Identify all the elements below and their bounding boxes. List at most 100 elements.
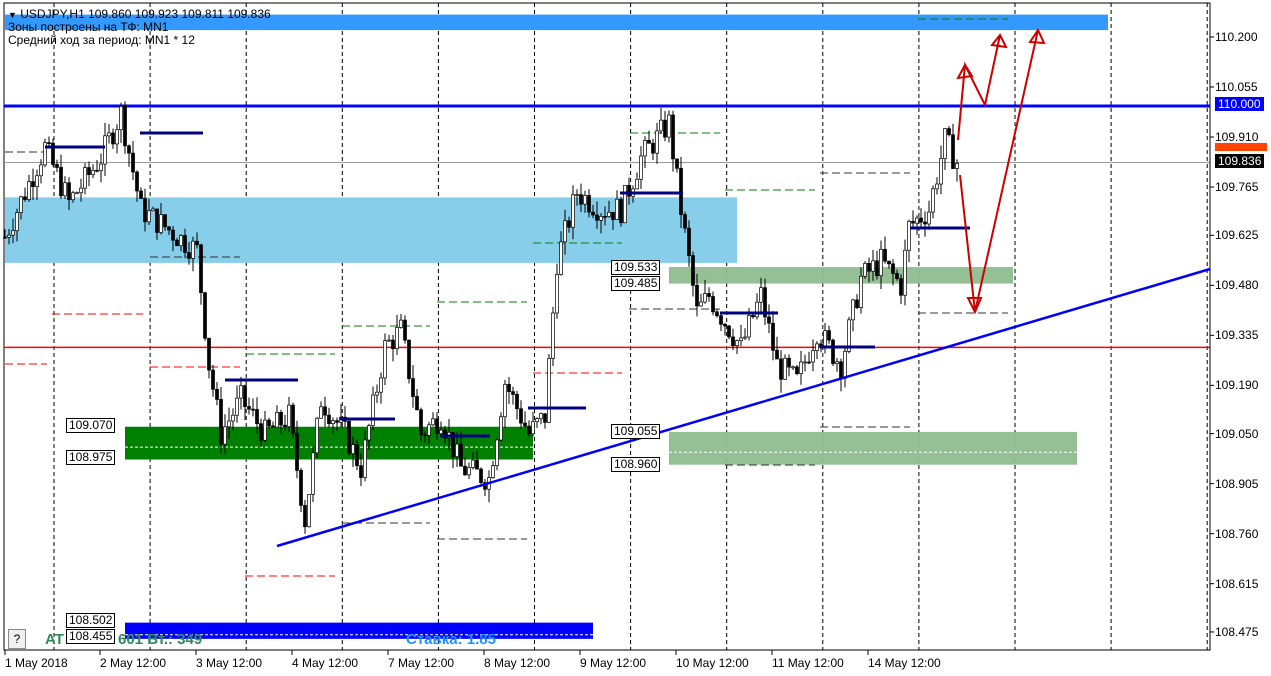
zone-label: 108.975	[66, 450, 116, 465]
candle-body	[891, 263, 895, 274]
candle-body	[175, 239, 179, 247]
candle-body	[299, 470, 303, 506]
candle-body	[687, 227, 691, 256]
candle-body	[143, 198, 147, 223]
time-tick: 2 May 12:00	[100, 656, 167, 670]
candle-body	[663, 119, 667, 138]
time-tick: 3 May 12:00	[196, 656, 263, 670]
time-tick: 8 May 12:00	[484, 656, 551, 670]
candle-body	[931, 188, 935, 213]
candle-body	[163, 214, 167, 228]
candle-body	[635, 178, 639, 190]
candle-body	[887, 260, 891, 265]
candle-body	[735, 340, 739, 347]
candle-body	[87, 167, 91, 175]
zone-label: 109.070	[66, 418, 116, 433]
candle-body	[863, 263, 867, 277]
candle-body	[739, 337, 743, 342]
zone-green-upper-right	[669, 267, 1013, 284]
candle-body	[415, 396, 419, 411]
zone-label: 108.502	[66, 613, 116, 628]
candle-body	[7, 234, 11, 238]
candle-body	[823, 330, 827, 347]
candle-body	[875, 260, 879, 277]
candle-body	[619, 198, 623, 224]
candle-body	[427, 424, 431, 436]
candle-body	[771, 322, 775, 351]
candle-body	[623, 184, 627, 224]
candle-body	[127, 145, 131, 154]
candle-body	[327, 414, 331, 424]
candle-body	[391, 339, 395, 350]
candle-body	[211, 369, 215, 390]
candle-body	[579, 194, 583, 205]
candle-body	[319, 406, 323, 419]
candle-body	[11, 230, 15, 236]
symbol-quote: USDJPY,H1 109.860 109.923 109.811 109.83…	[20, 7, 271, 21]
plot-frame	[3, 2, 1211, 651]
price-tick: 108.475	[1215, 624, 1259, 639]
price-tick: 109.625	[1215, 228, 1259, 243]
candle-body	[651, 142, 655, 154]
candle-body	[219, 399, 223, 445]
price-tick: 110.055	[1215, 80, 1258, 94]
candle-body	[867, 263, 871, 272]
candle-body	[207, 337, 211, 371]
candle-body	[499, 416, 503, 441]
price-tick: 109.480	[1215, 278, 1259, 293]
candle-body	[907, 221, 911, 251]
candle-body	[331, 420, 335, 424]
price-chart[interactable]	[0, 0, 1271, 676]
candle-body	[67, 182, 71, 201]
candle-body	[751, 315, 755, 318]
candle-body	[255, 409, 259, 425]
candle-body	[311, 452, 315, 495]
candle-body	[459, 443, 463, 467]
candle-body	[535, 418, 539, 422]
candle-body	[239, 385, 243, 399]
candle-body	[539, 413, 543, 420]
candle-body	[27, 181, 31, 200]
candle-body	[787, 357, 791, 368]
candle-body	[475, 459, 479, 470]
time-tick: 14 May 12:00	[868, 656, 941, 670]
candle-body	[355, 444, 359, 467]
price-tick: 109.335	[1215, 328, 1259, 343]
candle-body	[703, 293, 707, 303]
candle-body	[695, 285, 699, 307]
candle-body	[223, 426, 227, 445]
candle-body	[531, 421, 535, 435]
candle-body	[803, 361, 807, 364]
candle-body	[827, 330, 831, 341]
candle-body	[111, 132, 115, 145]
zone-green-left	[125, 426, 533, 460]
candle-body	[871, 260, 875, 272]
candle-body	[119, 105, 123, 131]
candle-body	[23, 196, 27, 200]
candle-body	[3, 236, 7, 239]
candle-body	[603, 216, 607, 218]
candle-body	[155, 208, 159, 233]
candle-body	[323, 406, 327, 416]
candle-body	[599, 216, 603, 221]
zone-label: 108.960	[611, 457, 661, 472]
candle-body	[383, 340, 387, 379]
candle-body	[571, 194, 575, 228]
candle-body	[527, 425, 531, 435]
candle-body	[83, 167, 87, 189]
candle-body	[543, 413, 547, 423]
candle-body	[815, 343, 819, 351]
candle-body	[363, 439, 367, 478]
candle-body	[551, 312, 555, 359]
time-tick: 10 May 12:00	[676, 656, 749, 670]
candle-body	[555, 274, 559, 314]
candle-body	[895, 273, 899, 279]
candle-body	[231, 414, 235, 422]
candle-body	[123, 105, 127, 147]
candle-body	[235, 397, 239, 416]
rate-label: Ставка: 1.85	[406, 631, 496, 648]
help-button[interactable]: ?	[8, 629, 26, 649]
candle-body	[243, 385, 247, 407]
candle-body	[575, 194, 579, 196]
price-tick: 108.760	[1215, 526, 1259, 541]
